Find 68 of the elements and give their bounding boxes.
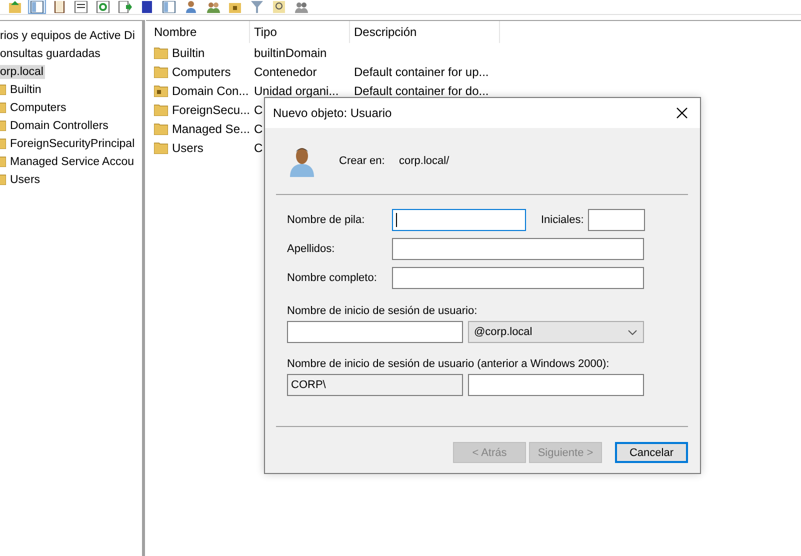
column-header[interactable]: Nombre (150, 21, 250, 43)
toolbar-button[interactable] (226, 0, 244, 14)
toolbar-button[interactable] (28, 0, 46, 14)
dialog-title: Nuevo objeto: Usuario (273, 106, 392, 120)
dialog-button[interactable]: Cancelar (615, 442, 688, 463)
type-cell: C (254, 140, 263, 154)
column-header[interactable]: Descripción (350, 21, 500, 43)
folder-icon (154, 46, 168, 58)
organizational-unit-icon (154, 84, 168, 96)
field-label: Nombre de pila: (287, 214, 366, 226)
name-cell: Users (172, 140, 204, 154)
logon-name-field[interactable] (468, 374, 644, 396)
description-cell: Default container for up... (354, 64, 489, 78)
tree-item[interactable]: Managed Service Accou (10, 155, 136, 169)
column-header[interactable]: Tipo (250, 21, 350, 43)
field-label: Nombre de inicio de sesión de usuario: (287, 305, 478, 317)
domain-prefix-field: CORP\ (287, 374, 463, 396)
create-in-value: corp.local/ (399, 155, 450, 167)
type-cell: C (254, 102, 263, 116)
find-icon (272, 1, 286, 13)
field-label: Iniciales: (541, 214, 585, 226)
tree-item[interactable]: onsultas guardadas (0, 47, 102, 61)
tree-item[interactable]: Users (10, 173, 42, 187)
folder-icon (228, 1, 242, 13)
last-name-field[interactable] (392, 238, 644, 260)
folder-icon (154, 66, 168, 78)
up-folder-icon (8, 1, 22, 13)
type-cell: C (254, 122, 263, 136)
field-label: Nombre completo: (287, 272, 378, 284)
tree-item[interactable]: orp.local (0, 65, 46, 79)
initials-field[interactable] (588, 209, 645, 231)
folder-icon (154, 142, 168, 154)
folder-icon (154, 122, 168, 134)
field-label: Apellidos: (287, 243, 336, 255)
name-cell: Builtin (172, 46, 205, 60)
field-label: Nombre de inicio de sesión de usuario (anterior a Windows 2000): (287, 358, 610, 370)
chevron-down-icon (628, 330, 637, 334)
tree-item[interactable]: ForeignSecurityPrincipal (10, 137, 137, 151)
logon-name-field[interactable] (287, 321, 463, 343)
tree-item[interactable]: Builtin (10, 83, 44, 97)
toolbar-button[interactable] (116, 0, 134, 14)
type-cell: Contenedor (254, 64, 317, 78)
type-cell: Unidad organi... (254, 84, 339, 98)
type-cell: builtinDomain (254, 46, 327, 60)
document-icon (52, 1, 66, 13)
group-icon (206, 1, 220, 13)
toolbar-button[interactable] (160, 0, 178, 14)
name-cell: ForeignSecu... (172, 102, 250, 116)
toolbar-button[interactable] (72, 0, 90, 14)
toolbar-button[interactable] (270, 0, 288, 14)
user-icon (289, 145, 315, 177)
create-in-label: Crear en: (339, 155, 386, 167)
description-cell: Default container for do... (354, 84, 489, 98)
first-name-field[interactable] (392, 209, 526, 231)
full-name-field[interactable] (392, 267, 644, 289)
tree-root[interactable]: rios y equipos de Active Di (0, 29, 137, 43)
name-cell: Domain Con... (172, 84, 249, 98)
tree-item[interactable]: Computers (10, 101, 68, 115)
close-icon (676, 107, 688, 119)
filter-icon (250, 1, 264, 13)
users-icon (294, 1, 308, 13)
name-cell: Computers (172, 64, 231, 78)
folder-icon (154, 104, 168, 116)
toolbar-button[interactable] (94, 0, 112, 14)
user-icon (184, 1, 198, 13)
name-cell: Managed Se... (172, 122, 250, 136)
domain-dropdown[interactable]: @corp.local (468, 321, 644, 343)
tree-item[interactable]: Domain Controllers (10, 119, 110, 133)
